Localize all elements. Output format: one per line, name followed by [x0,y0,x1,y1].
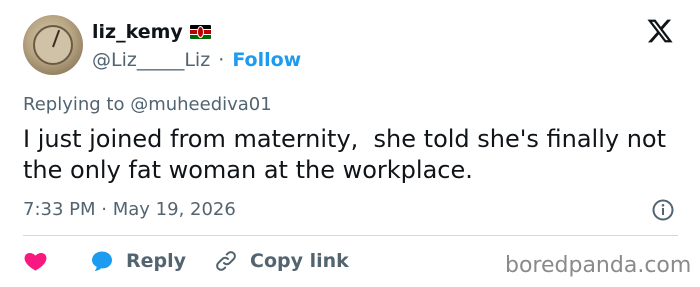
heart-icon[interactable] [23,249,48,273]
author-handle[interactable]: @Liz_____Liz [92,49,210,71]
reply-label: Reply [126,250,187,272]
author-handle-row: @Liz_____Liz · Follow [92,48,301,72]
tweet-text: I just joined from maternity, she told s… [23,125,674,184]
replying-to: Replying to @muheediva01 [23,94,272,115]
author-display-name[interactable]: liz_kemy [92,20,183,44]
tweet-time[interactable]: 7:33 PM [23,199,96,220]
watermark: boredpanda.com [505,253,692,278]
link-icon [216,251,236,271]
handle-separator: · [218,49,225,71]
copy-link-label: Copy link [250,250,349,272]
divider [23,235,678,236]
reply-button[interactable]: Reply [90,249,186,273]
x-logo-icon[interactable] [645,17,675,45]
info-icon[interactable] [651,198,675,222]
author-name-row: liz_kemy [92,20,211,44]
meta-separator: · [101,199,107,220]
avatar[interactable] [23,15,83,75]
tweet-date[interactable]: May 19, 2026 [113,199,236,220]
reply-bubble-icon [92,251,112,271]
action-bar: Reply Copy link [23,247,349,275]
copy-link-button[interactable]: Copy link [214,249,349,273]
follow-button[interactable]: Follow [232,49,301,71]
tweet-meta: 7:33 PM · May 19, 2026 [23,198,236,222]
kenya-flag-icon [189,25,211,39]
